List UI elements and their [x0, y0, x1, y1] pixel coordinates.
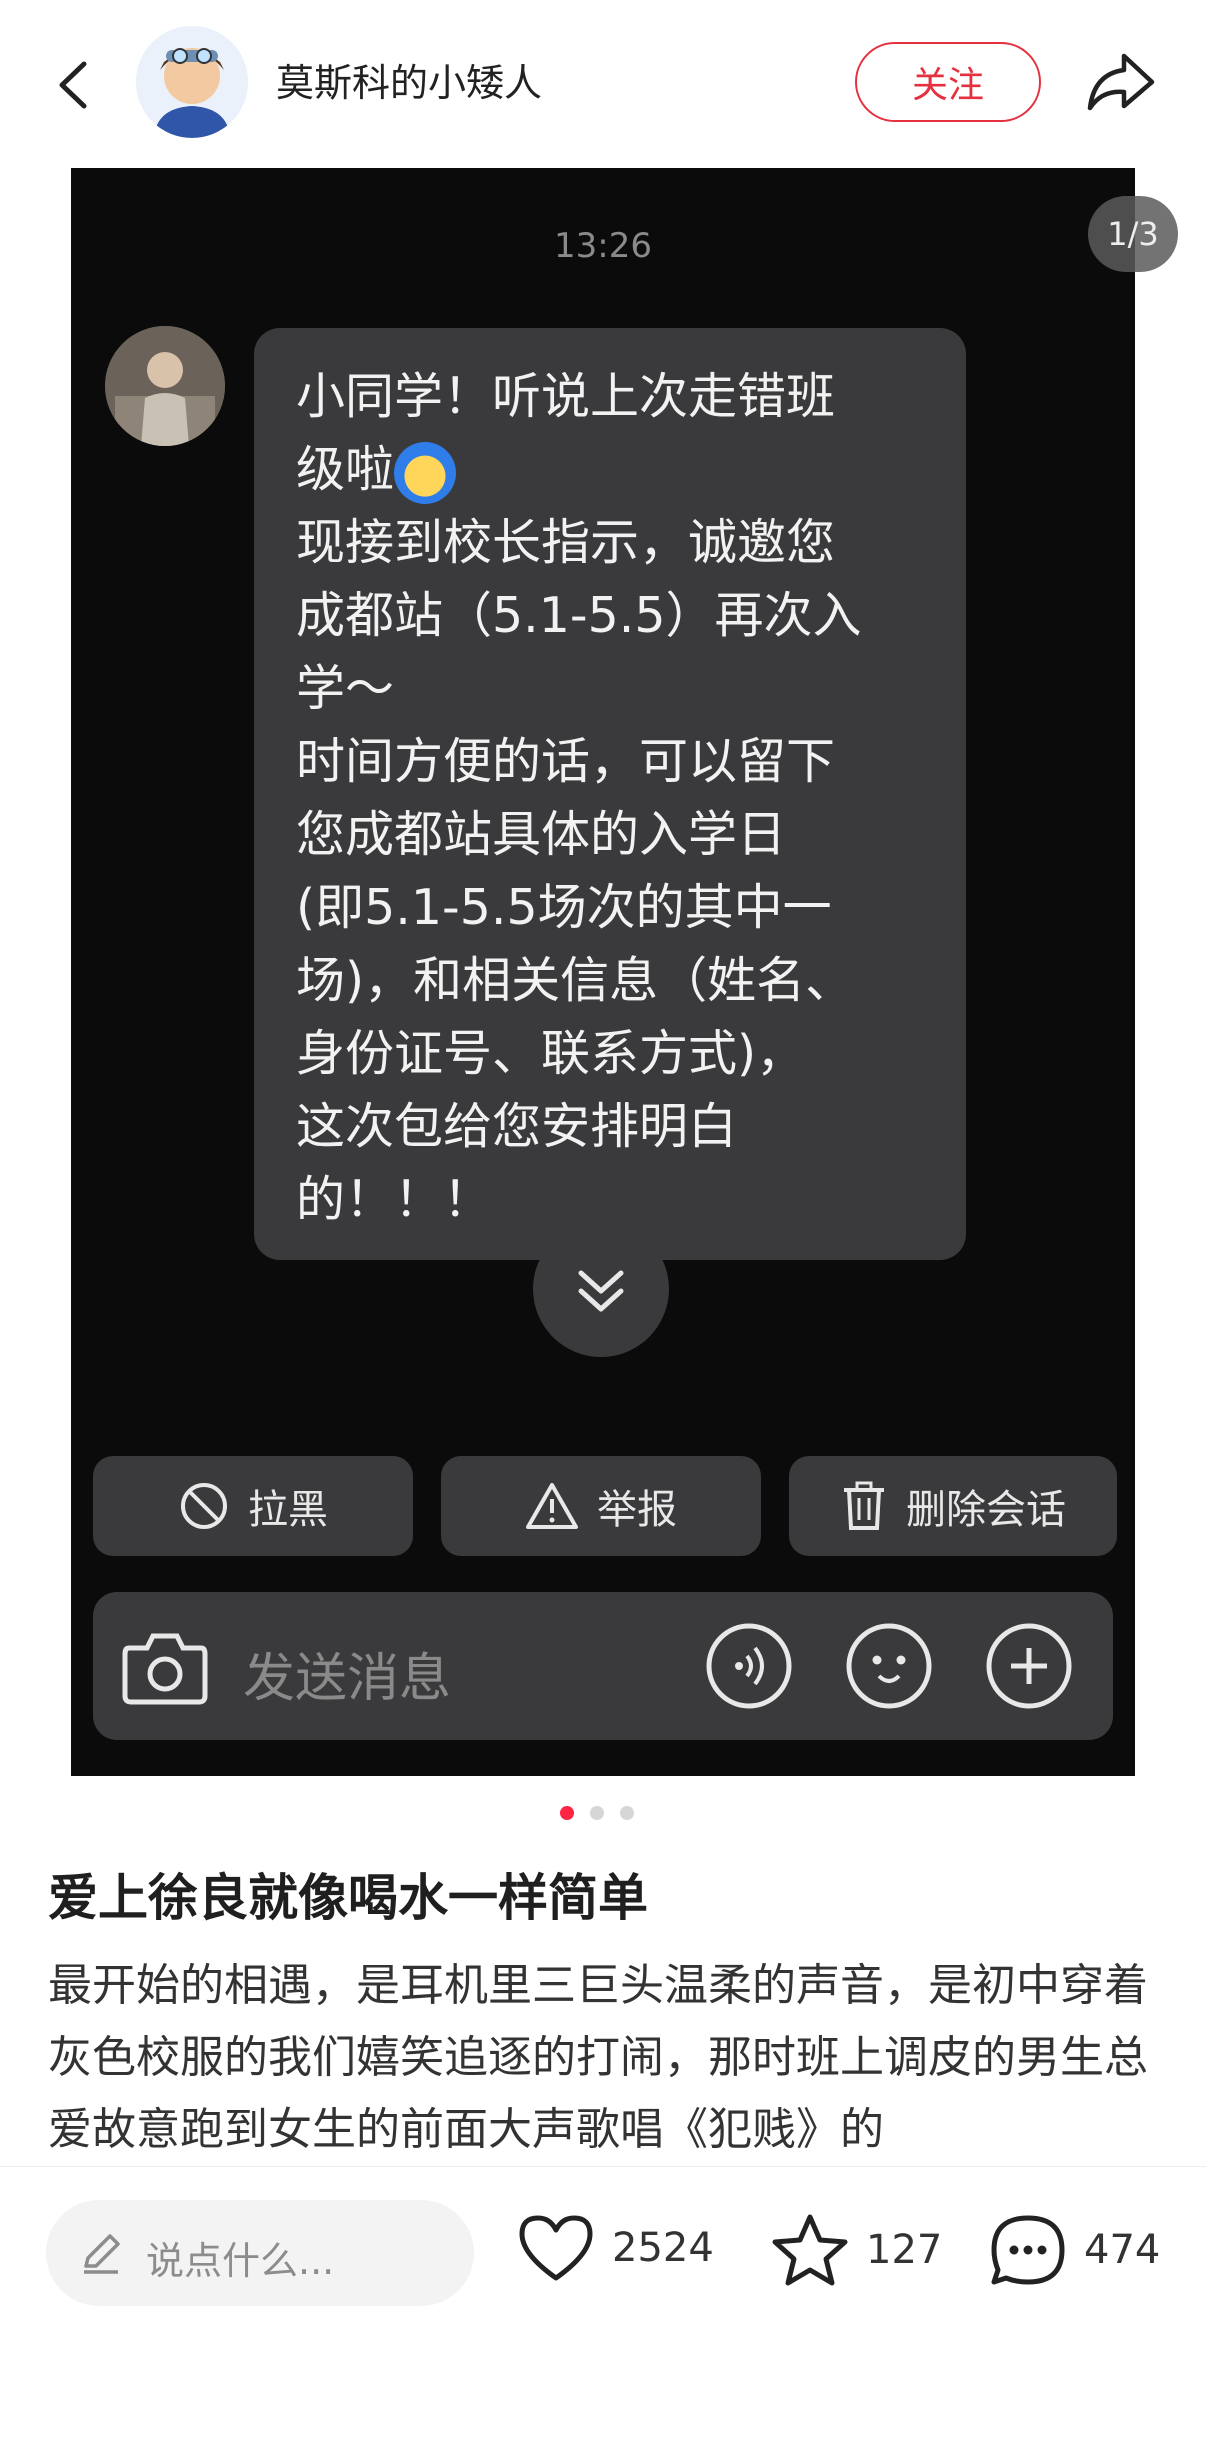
post-image[interactable]: 13:26 小同学！听说上次走错班 级啦 现接到校长指示，诚邀您 成都站（5.1… [71, 168, 1135, 1776]
follow-button[interactable]: 关注 [855, 42, 1041, 122]
heart-icon [519, 2215, 593, 2281]
author-name[interactable]: 莫斯科的小矮人 [276, 52, 542, 107]
like-count: 2524 [612, 2225, 714, 2271]
message-line: 身份证号、联系方式)， [296, 1025, 806, 1082]
comment-icon [991, 2215, 1065, 2285]
back-button[interactable] [48, 40, 108, 130]
pencil-icon [84, 2234, 120, 2274]
emoji-face-icon [394, 441, 457, 504]
post-title: 爱上徐良就像喝水一样简单 [48, 1869, 648, 1927]
report-label: 举报 [597, 1487, 677, 1533]
message-line: 现接到校长指示，诚邀您 [296, 514, 836, 571]
comment-placeholder: 说点什么... [146, 2239, 335, 2283]
chevron-double-down-icon [578, 1270, 624, 1312]
delete-conversation-button[interactable]: 删除会话 [789, 1456, 1117, 1556]
block-button[interactable]: 拉黑 [93, 1456, 413, 1556]
message-line: 您成都站具体的入学日 [296, 806, 787, 863]
favorite-button[interactable]: 127 [770, 2212, 942, 2288]
pagination-dot-1[interactable] [560, 1806, 574, 1820]
warning-icon [526, 1483, 578, 1529]
share-icon [1087, 53, 1155, 111]
author-avatar[interactable] [136, 26, 248, 138]
voice-icon[interactable] [705, 1622, 793, 1710]
message-line: 小同学！听说上次走错班 [296, 368, 836, 425]
plus-icon[interactable] [985, 1622, 1073, 1710]
message-line: 时间方便的话，可以留下 [296, 733, 836, 790]
comment-input[interactable]: 说点什么... [46, 2200, 474, 2306]
avatar-image [136, 26, 248, 138]
pagination-dot-2[interactable] [590, 1806, 604, 1820]
chat-action-row: 拉黑 举报 删除会话 [93, 1456, 1117, 1558]
comment-button[interactable]: 474 [988, 2212, 1160, 2288]
message-bubble: 小同学！听说上次走错班 级啦 现接到校长指示，诚邀您 成都站（5.1-5.5）再… [254, 328, 966, 1260]
comment-count: 474 [1084, 2227, 1161, 2273]
like-button[interactable]: 2524 [516, 2212, 714, 2284]
chat-timestamp: 13:26 [554, 226, 652, 266]
share-button[interactable] [1080, 44, 1160, 120]
message-line: 这次包给您安排明白 [296, 1098, 738, 1155]
image-counter: 1/3 [1088, 196, 1178, 272]
block-label: 拉黑 [248, 1487, 328, 1533]
message-composer: 发送消息 [93, 1592, 1113, 1740]
message-line: 级啦 [296, 433, 946, 506]
post-content[interactable]: 最开始的相遇，是耳机里三巨头温柔的声音，是初中穿着灰色校服的我们嬉笑追逐的打闹，… [48, 1950, 1158, 2164]
top-header: 莫斯科的小矮人 关注 [0, 0, 1206, 168]
trash-icon [844, 1481, 884, 1530]
message-line: 成都站（5.1-5.5）再次入 [296, 587, 862, 644]
delete-conversation-label: 删除会话 [906, 1487, 1066, 1533]
bottom-engagement-bar: 说点什么... 2524 127 474 [0, 2166, 1206, 2437]
star-icon [772, 2214, 848, 2286]
carousel-pagination [560, 1806, 636, 1822]
favorite-count: 127 [866, 2227, 943, 2273]
camera-icon[interactable] [121, 1624, 209, 1708]
message-text: 小同学！听说上次走错班 级啦 现接到校长指示，诚邀您 成都站（5.1-5.5）再… [296, 360, 946, 1236]
sender-avatar [105, 326, 225, 446]
expand-message-button[interactable] [533, 1221, 669, 1357]
message-line: (即5.1-5.5场次的其中一 [296, 879, 832, 936]
message-line: 学～ [296, 660, 395, 717]
message-input[interactable]: 发送消息 [243, 1636, 451, 1711]
block-icon [181, 1483, 227, 1529]
emoji-icon[interactable] [845, 1622, 933, 1710]
back-icon [59, 61, 87, 109]
report-button[interactable]: 举报 [441, 1456, 761, 1556]
message-line: 场)，和相关信息（姓名、 [296, 952, 855, 1009]
pagination-dot-3[interactable] [620, 1806, 634, 1820]
